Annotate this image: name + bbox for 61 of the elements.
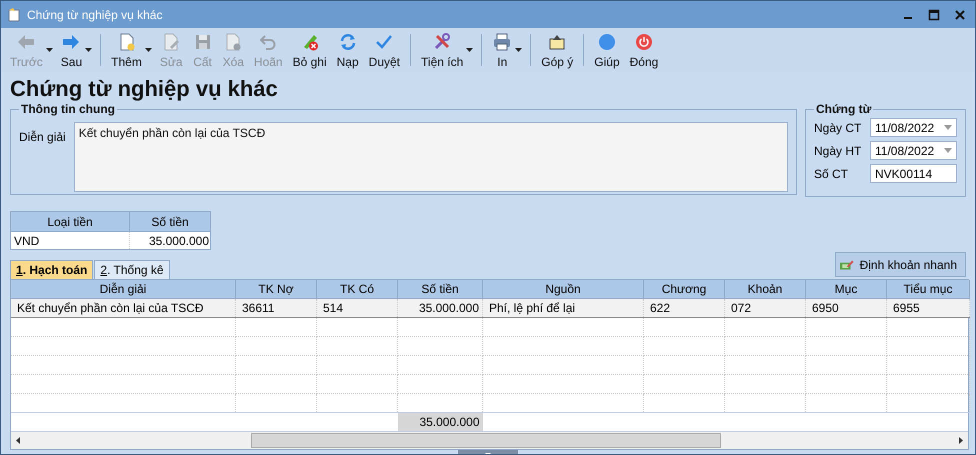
dropdown-caret-icon[interactable] bbox=[85, 48, 92, 52]
dropdown-caret-icon[interactable] bbox=[144, 48, 152, 52]
group-title: Thông tin chung bbox=[20, 102, 116, 116]
group-title: Chứng từ bbox=[815, 102, 872, 116]
table-cell: VND bbox=[10, 232, 130, 250]
page-heading: Chứng từ nghiệp vụ khác bbox=[10, 76, 279, 102]
column-header: TK Có bbox=[316, 280, 398, 298]
column-header: Tiểu mục bbox=[886, 280, 970, 298]
maximize-icon[interactable] bbox=[927, 8, 941, 22]
toolbar-button[interactable]: Đóng bbox=[624, 30, 664, 70]
close-icon[interactable] bbox=[953, 8, 967, 22]
field-label: Ngày HT bbox=[814, 144, 862, 158]
column-header: Nguồn bbox=[482, 280, 644, 298]
input-field[interactable]: NVK00114 bbox=[870, 164, 957, 183]
toolbar-button[interactable]: Góp ý bbox=[536, 30, 578, 70]
column-header: TK Nợ bbox=[236, 280, 316, 298]
field-label: Số CT bbox=[814, 166, 850, 180]
table-cell: 514 bbox=[316, 298, 398, 318]
table-cell: Phí, lệ phí để lại bbox=[482, 298, 644, 318]
toolbar-button[interactable]: Thêm bbox=[106, 30, 147, 70]
column-header: Loại tiền bbox=[10, 212, 130, 232]
total-cell: 35.000.000 bbox=[398, 412, 482, 431]
table-cell: Kết chuyển phần còn lại của TSCĐ bbox=[11, 298, 236, 318]
column-header: Số tiền bbox=[130, 212, 210, 232]
toolbar-button[interactable]: Nạp bbox=[332, 30, 364, 70]
description-field[interactable]: Kết chuyển phần còn lại của TSCĐ bbox=[74, 122, 788, 192]
toolbar-button[interactable]: In bbox=[487, 30, 518, 70]
table-cell: 35.000.000 bbox=[130, 232, 210, 250]
toolbar-button[interactable]: Giúp bbox=[589, 30, 625, 70]
print-icon bbox=[492, 32, 512, 52]
toolbar-button[interactable]: Bỏ ghi bbox=[288, 30, 332, 70]
toolbar-button[interactable]: Tiện ích bbox=[416, 30, 468, 70]
table-cell: 622 bbox=[644, 298, 724, 318]
table-cell: 35.000.000 bbox=[398, 298, 482, 318]
date-field[interactable]: 11/08/2022 bbox=[870, 141, 957, 160]
table-cell: 072 bbox=[724, 298, 806, 318]
window-title: Chứng từ nghiệp vụ khác bbox=[27, 8, 162, 22]
column-header: Diễn giải bbox=[11, 280, 236, 298]
dropdown-caret-icon[interactable] bbox=[466, 48, 474, 52]
scroll-thumb[interactable] bbox=[251, 433, 721, 448]
table-cell: 6955 bbox=[886, 298, 970, 318]
power-icon bbox=[634, 32, 654, 52]
field-label: Ngày CT bbox=[814, 120, 862, 134]
table-cell: 36611 bbox=[236, 298, 316, 318]
column-header: Mục bbox=[806, 280, 886, 298]
tab[interactable]: 2. Thống kê bbox=[94, 260, 170, 279]
tab[interactable]: 1. Hạch toán bbox=[10, 260, 94, 279]
tools-icon bbox=[432, 32, 452, 52]
toolbar-button[interactable]: Sau bbox=[56, 30, 88, 70]
date-field[interactable]: 11/08/2022 bbox=[870, 118, 957, 137]
dropdown-caret-icon[interactable] bbox=[515, 48, 522, 52]
column-header: Khoản bbox=[724, 280, 806, 298]
horizontal-scrollbar[interactable] bbox=[11, 431, 968, 449]
quick-entry-button[interactable]: Định khoản nhanh bbox=[835, 252, 966, 277]
money-pen-icon bbox=[840, 258, 854, 272]
column-header: Chương bbox=[644, 280, 724, 298]
document-icon bbox=[7, 8, 21, 22]
table-cell: 6950 bbox=[806, 298, 886, 318]
column-header: Số tiền bbox=[398, 280, 482, 298]
field-label: Diễn giải bbox=[19, 129, 66, 146]
toolbar-button[interactable]: Duyệt bbox=[364, 30, 406, 70]
